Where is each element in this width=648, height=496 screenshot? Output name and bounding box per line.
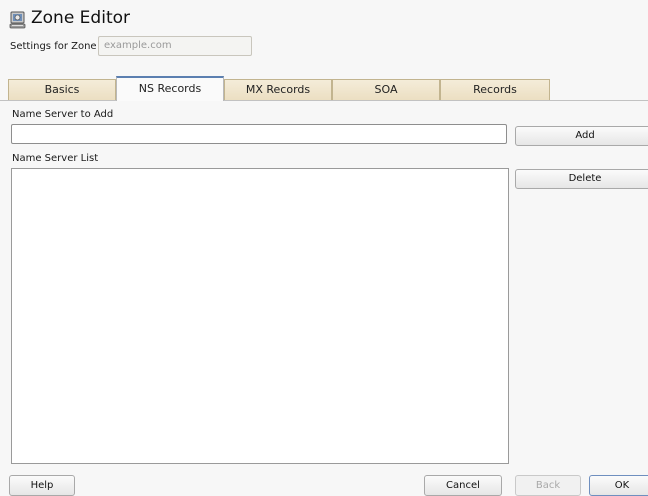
tab-label: Basics [44,83,80,96]
tab-records[interactable]: Records [440,79,550,100]
delete-button[interactable]: Delete [515,169,648,189]
tab-label: MX Records [245,83,311,96]
tab-label: SOA [374,83,398,96]
tab-mx-records[interactable]: MX Records [224,79,332,100]
tab-label: NS Records [138,82,202,95]
tab-basics[interactable]: Basics [8,79,116,100]
tab-ns-records[interactable]: NS Records [116,76,224,101]
window-title: Zone Editor [31,8,130,28]
add-button[interactable]: Add [515,126,648,146]
tab-soa[interactable]: SOA [332,79,440,100]
ok-button[interactable]: OK [589,475,648,496]
name-server-to-add-label: Name Server to Add [12,109,114,120]
help-button[interactable]: Help [9,475,75,496]
tab-divider [0,100,648,101]
network-globe-icon [8,10,28,30]
name-server-list-label: Name Server List [12,153,99,164]
name-server-input[interactable] [11,124,507,144]
back-button: Back [515,475,581,496]
tab-label: Records [473,83,517,96]
name-server-list[interactable] [11,168,509,464]
zone-label: Settings for Zone [10,41,97,52]
zone-field: example.com [98,36,252,56]
cancel-button[interactable]: Cancel [424,475,502,496]
